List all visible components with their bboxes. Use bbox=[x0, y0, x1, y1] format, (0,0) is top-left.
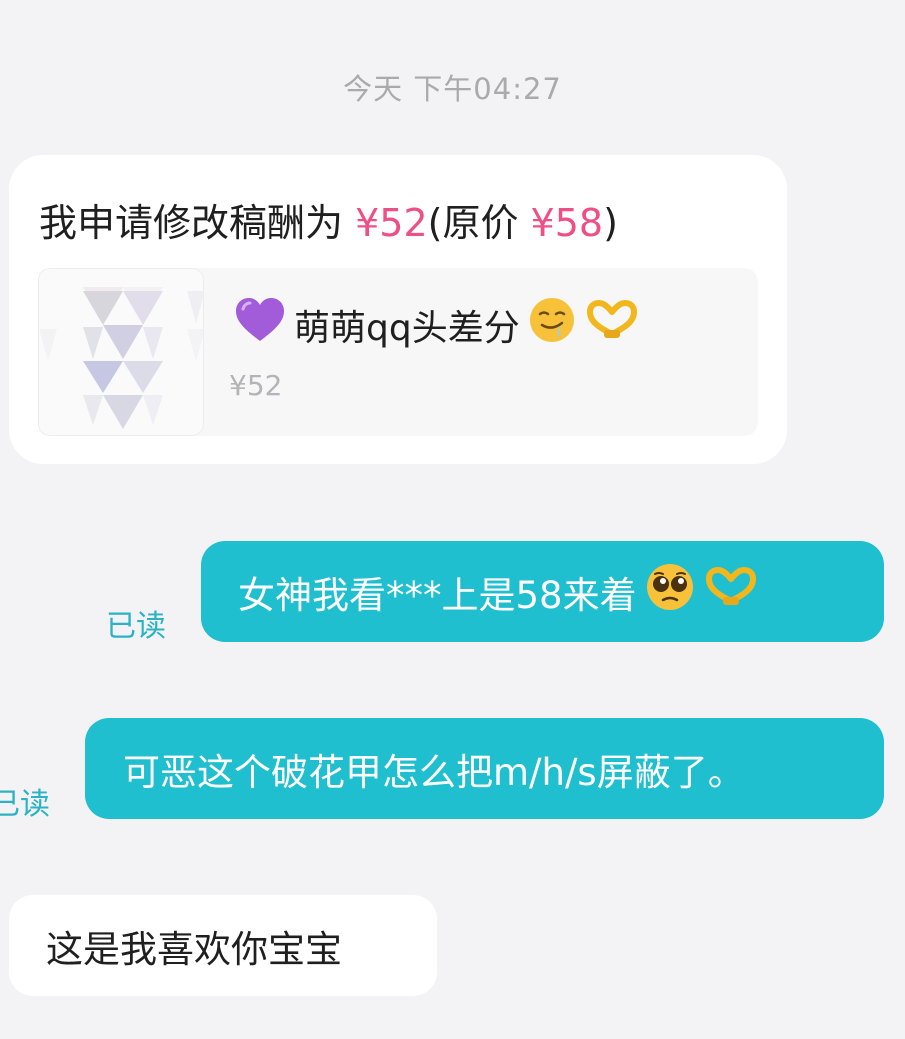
read-status: 已读 bbox=[0, 787, 50, 822]
timestamp: 今天 下午04:27 bbox=[343, 72, 562, 106]
title-middle: (原价 bbox=[427, 201, 531, 245]
heart-hands-emoji bbox=[703, 567, 759, 616]
message-text: 可恶这个破花甲怎么把m/h/s屏蔽了。 bbox=[123, 750, 745, 794]
incoming-message-bubble[interactable]: 这是我喜欢你宝宝 bbox=[9, 895, 437, 996]
price-change-title: 我申请修改稿酬为 ¥52(原价 ¥58) bbox=[39, 192, 618, 247]
title-suffix: ) bbox=[603, 201, 618, 245]
product-name: 萌萌qq头差分 bbox=[294, 307, 520, 349]
title-prefix: 我申请修改稿酬为 bbox=[39, 201, 356, 245]
message-text: 这是我喜欢你宝宝 bbox=[46, 927, 342, 971]
price-change-card[interactable]: 我申请修改稿酬为 ¥52(原价 ¥58) 萌萌qq头差分 ¥52 bbox=[9, 155, 787, 464]
message-text: 女神我看***上是58来着 bbox=[238, 573, 637, 617]
pleading-face-emoji bbox=[645, 562, 695, 621]
product-thumbnail[interactable] bbox=[38, 268, 204, 436]
new-price: ¥52 bbox=[355, 201, 428, 245]
read-status: 已读 bbox=[106, 609, 166, 644]
purple-heart-emoji bbox=[234, 297, 286, 352]
product-name-row: 萌萌qq头差分 bbox=[234, 296, 640, 353]
drooling-face-emoji bbox=[528, 296, 576, 353]
product-price: ¥52 bbox=[229, 369, 283, 402]
outgoing-message-bubble[interactable]: 可恶这个破花甲怎么把m/h/s屏蔽了。 bbox=[85, 718, 884, 819]
outgoing-message-bubble[interactable]: 女神我看***上是58来着 bbox=[201, 541, 884, 642]
original-price: ¥58 bbox=[530, 201, 604, 245]
product-preview[interactable]: 萌萌qq头差分 ¥52 bbox=[38, 268, 758, 436]
heart-hands-emoji bbox=[584, 300, 640, 349]
